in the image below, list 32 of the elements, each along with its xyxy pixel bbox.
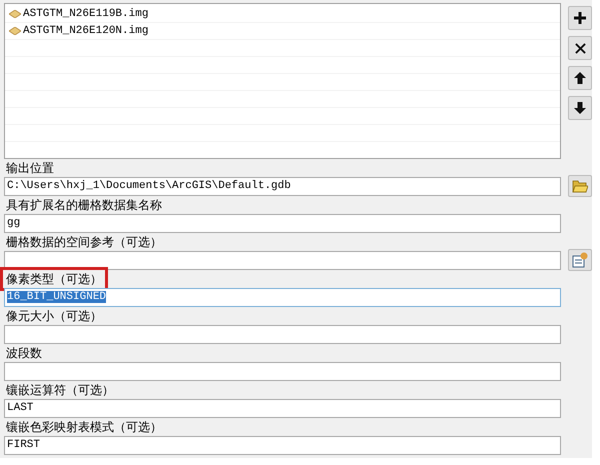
file-name[interactable]: ASTGTM_N26E120N.img	[23, 25, 148, 37]
input-field[interactable]	[4, 362, 561, 380]
parameter-label: 镶嵌运算符（可选）	[5, 382, 115, 398]
folder-icon	[572, 179, 588, 193]
parameter-label: 具有扩展名的栅格数据集名称	[5, 197, 163, 213]
raster-icon	[9, 10, 21, 18]
move-down-button[interactable]	[568, 96, 592, 120]
input-field[interactable]: FIRST	[4, 436, 561, 454]
file-name[interactable]: ASTGTM_N26E119B.img	[23, 8, 148, 20]
parameter-label: 镶嵌色彩映射表模式（可选）	[5, 419, 163, 435]
input-field[interactable]: gg	[4, 214, 561, 232]
folder-button[interactable]	[568, 175, 592, 197]
input-field[interactable]: LAST	[4, 398, 561, 418]
plus-icon	[574, 12, 586, 24]
move-up-button[interactable]	[568, 66, 592, 90]
file-list[interactable]: ASTGTM_N26E119B.img ASTGTM_N26E120N.img	[4, 3, 561, 159]
up-arrow-icon	[574, 72, 586, 84]
remove-button[interactable]	[568, 36, 592, 60]
parameter-label: 输出位置	[5, 160, 55, 176]
parameter-label: 栅格数据的空间参考（可选）	[5, 234, 163, 250]
close-icon	[574, 42, 586, 54]
document-icon	[572, 252, 588, 268]
input-field[interactable]: C:\Users\hxj_1\Documents\ArcGIS\Default.gdb	[4, 176, 561, 196]
add-button[interactable]	[568, 6, 592, 30]
input-field[interactable]	[4, 250, 561, 270]
parameter-label: 波段数	[5, 345, 43, 361]
input-field[interactable]	[4, 324, 561, 344]
input-field[interactable]: 16_BIT_UNSIGNED	[4, 288, 561, 306]
parameter-label: 像元大小（可选）	[5, 308, 103, 324]
properties-button[interactable]	[568, 249, 592, 271]
raster-icon	[9, 27, 21, 35]
down-arrow-icon	[574, 102, 586, 114]
